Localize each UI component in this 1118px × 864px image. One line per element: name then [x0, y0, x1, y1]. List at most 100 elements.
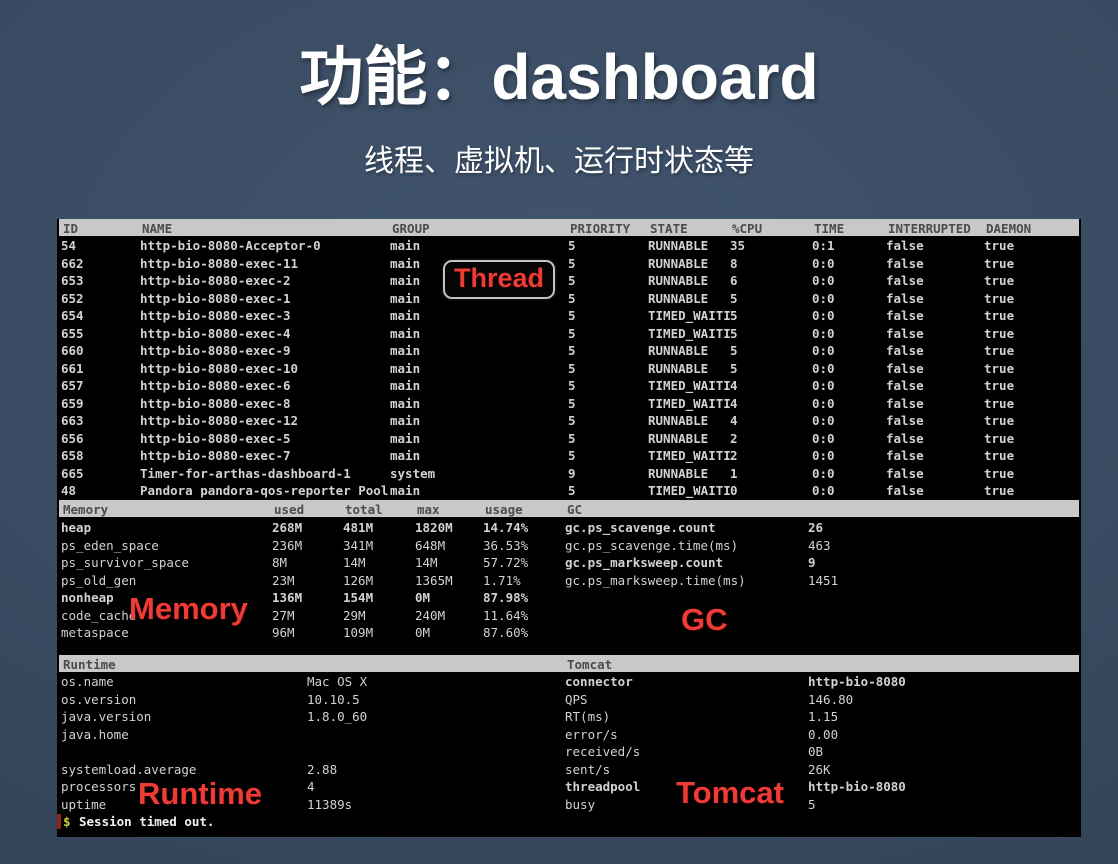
- cell: 656: [61, 430, 84, 447]
- table-row: QPS146.80: [57, 691, 1081, 709]
- cell: 0B: [808, 743, 823, 760]
- cell: threadpool: [565, 778, 640, 795]
- table-row: 655http-bio-8080-exec-4main5TIMED_WAITI5…: [57, 325, 1081, 343]
- cell: received/s: [565, 743, 640, 760]
- cell: 660: [61, 342, 84, 359]
- cell: http-bio-8080-exec-2: [140, 272, 291, 289]
- cell: 463: [808, 537, 831, 554]
- cell: false: [886, 307, 924, 324]
- cell: false: [886, 290, 924, 307]
- cell: main: [390, 447, 420, 464]
- prompt-symbol: $: [63, 813, 71, 830]
- table-row: 661http-bio-8080-exec-10main5RUNNABLE50:…: [57, 360, 1081, 378]
- cell: 0:1: [812, 237, 835, 254]
- column-header: TIME: [814, 220, 844, 237]
- cell: TIMED_WAITI: [648, 377, 731, 394]
- cell: 0:0: [812, 395, 835, 412]
- cell: main: [390, 290, 420, 307]
- column-header: ID: [63, 220, 78, 237]
- table-row: 54http-bio-8080-Acceptor-0main5RUNNABLE3…: [57, 237, 1081, 255]
- cell: true: [984, 465, 1014, 482]
- cell: main: [390, 360, 420, 377]
- cell: 5: [568, 447, 576, 464]
- session-line: $ Session timed out.: [57, 813, 1081, 831]
- annotation-thread: Thread: [443, 260, 555, 299]
- cell: connector: [565, 673, 633, 690]
- cell: false: [886, 255, 924, 272]
- table-row: 654http-bio-8080-exec-3main5TIMED_WAITI5…: [57, 307, 1081, 325]
- cell: Timer-for-arthas-dashboard-1: [140, 465, 351, 482]
- table-row: 660http-bio-8080-exec-9main5RUNNABLE50:0…: [57, 342, 1081, 360]
- table-row: error/s0.00: [57, 726, 1081, 744]
- column-header: GC: [567, 501, 582, 518]
- cell: 27M: [272, 607, 295, 624]
- cell: main: [390, 255, 420, 272]
- cell: 5: [730, 360, 738, 377]
- cell: TIMED_WAITI: [648, 395, 731, 412]
- column-header: max: [417, 501, 440, 518]
- column-header: STATE: [650, 220, 688, 237]
- cell: 0:0: [812, 377, 835, 394]
- cell: 9: [808, 554, 816, 571]
- cell: false: [886, 412, 924, 429]
- cell: TIMED_WAITI: [648, 447, 731, 464]
- cell: 5: [568, 272, 576, 289]
- cell: 662: [61, 255, 84, 272]
- cell: http-bio-8080-exec-5: [140, 430, 291, 447]
- cell: false: [886, 377, 924, 394]
- cell: 87.60%: [483, 624, 528, 641]
- cell: 654: [61, 307, 84, 324]
- cell: 35: [730, 237, 745, 254]
- cell: sent/s: [565, 761, 610, 778]
- cell: 87.98%: [483, 589, 528, 606]
- cell: true: [984, 307, 1014, 324]
- cell: 5: [808, 796, 816, 813]
- cell: RUNNABLE: [648, 342, 708, 359]
- table-row: received/s 0B: [57, 743, 1081, 761]
- cell: false: [886, 272, 924, 289]
- cell: true: [984, 272, 1014, 289]
- table-row: 48Pandora pandora-qos-reporter Poolmain5…: [57, 482, 1081, 500]
- table-row: 652http-bio-8080-exec-1main5RUNNABLE50:0…: [57, 290, 1081, 308]
- cell: main: [390, 395, 420, 412]
- cell: 5: [568, 482, 576, 499]
- cell: 659: [61, 395, 84, 412]
- cell: 0:0: [812, 465, 835, 482]
- table-row: gc.ps_marksweep.count9: [57, 554, 1081, 572]
- cell: 5: [568, 307, 576, 324]
- cell: 663: [61, 412, 84, 429]
- cell: 5: [730, 290, 738, 307]
- memory-section-header: MemoryusedtotalmaxusageGC: [59, 500, 1079, 517]
- cell: RUNNABLE: [648, 237, 708, 254]
- table-row: 659http-bio-8080-exec-8main5TIMED_WAITI4…: [57, 395, 1081, 413]
- column-header: total: [345, 501, 383, 518]
- cell: 0:0: [812, 360, 835, 377]
- annotation-memory: Memory: [129, 591, 248, 627]
- cell: 0:0: [812, 482, 835, 499]
- cell: 5: [568, 412, 576, 429]
- cell: RUNNABLE: [648, 430, 708, 447]
- cell: 5: [730, 307, 738, 324]
- cell: 4: [730, 377, 738, 394]
- cell: gc.ps_scavenge.time(ms): [565, 537, 738, 554]
- cell: 0:0: [812, 272, 835, 289]
- column-header: Runtime: [63, 656, 116, 673]
- cell: false: [886, 465, 924, 482]
- column-header: GROUP: [392, 220, 430, 237]
- cell: false: [886, 237, 924, 254]
- cell: 658: [61, 447, 84, 464]
- cell: RUNNABLE: [648, 272, 708, 289]
- table-row: gc.ps_marksweep.time(ms)1451: [57, 572, 1081, 590]
- cell: 0:0: [812, 430, 835, 447]
- table-row: connectorhttp-bio-8080: [57, 673, 1081, 691]
- cell: 0:0: [812, 307, 835, 324]
- table-row: 665Timer-for-arthas-dashboard-1system9RU…: [57, 465, 1081, 483]
- cell: 0:0: [812, 447, 835, 464]
- slide: 功能：dashboard 线程、虚拟机、运行时状态等 IDNAMEGROUPPR…: [0, 0, 1118, 864]
- cell: main: [390, 342, 420, 359]
- cell: http-bio-8080-exec-12: [140, 412, 298, 429]
- cell: false: [886, 342, 924, 359]
- cell: 2: [730, 430, 738, 447]
- cell: 26K: [808, 761, 831, 778]
- cell: metaspace: [61, 624, 129, 641]
